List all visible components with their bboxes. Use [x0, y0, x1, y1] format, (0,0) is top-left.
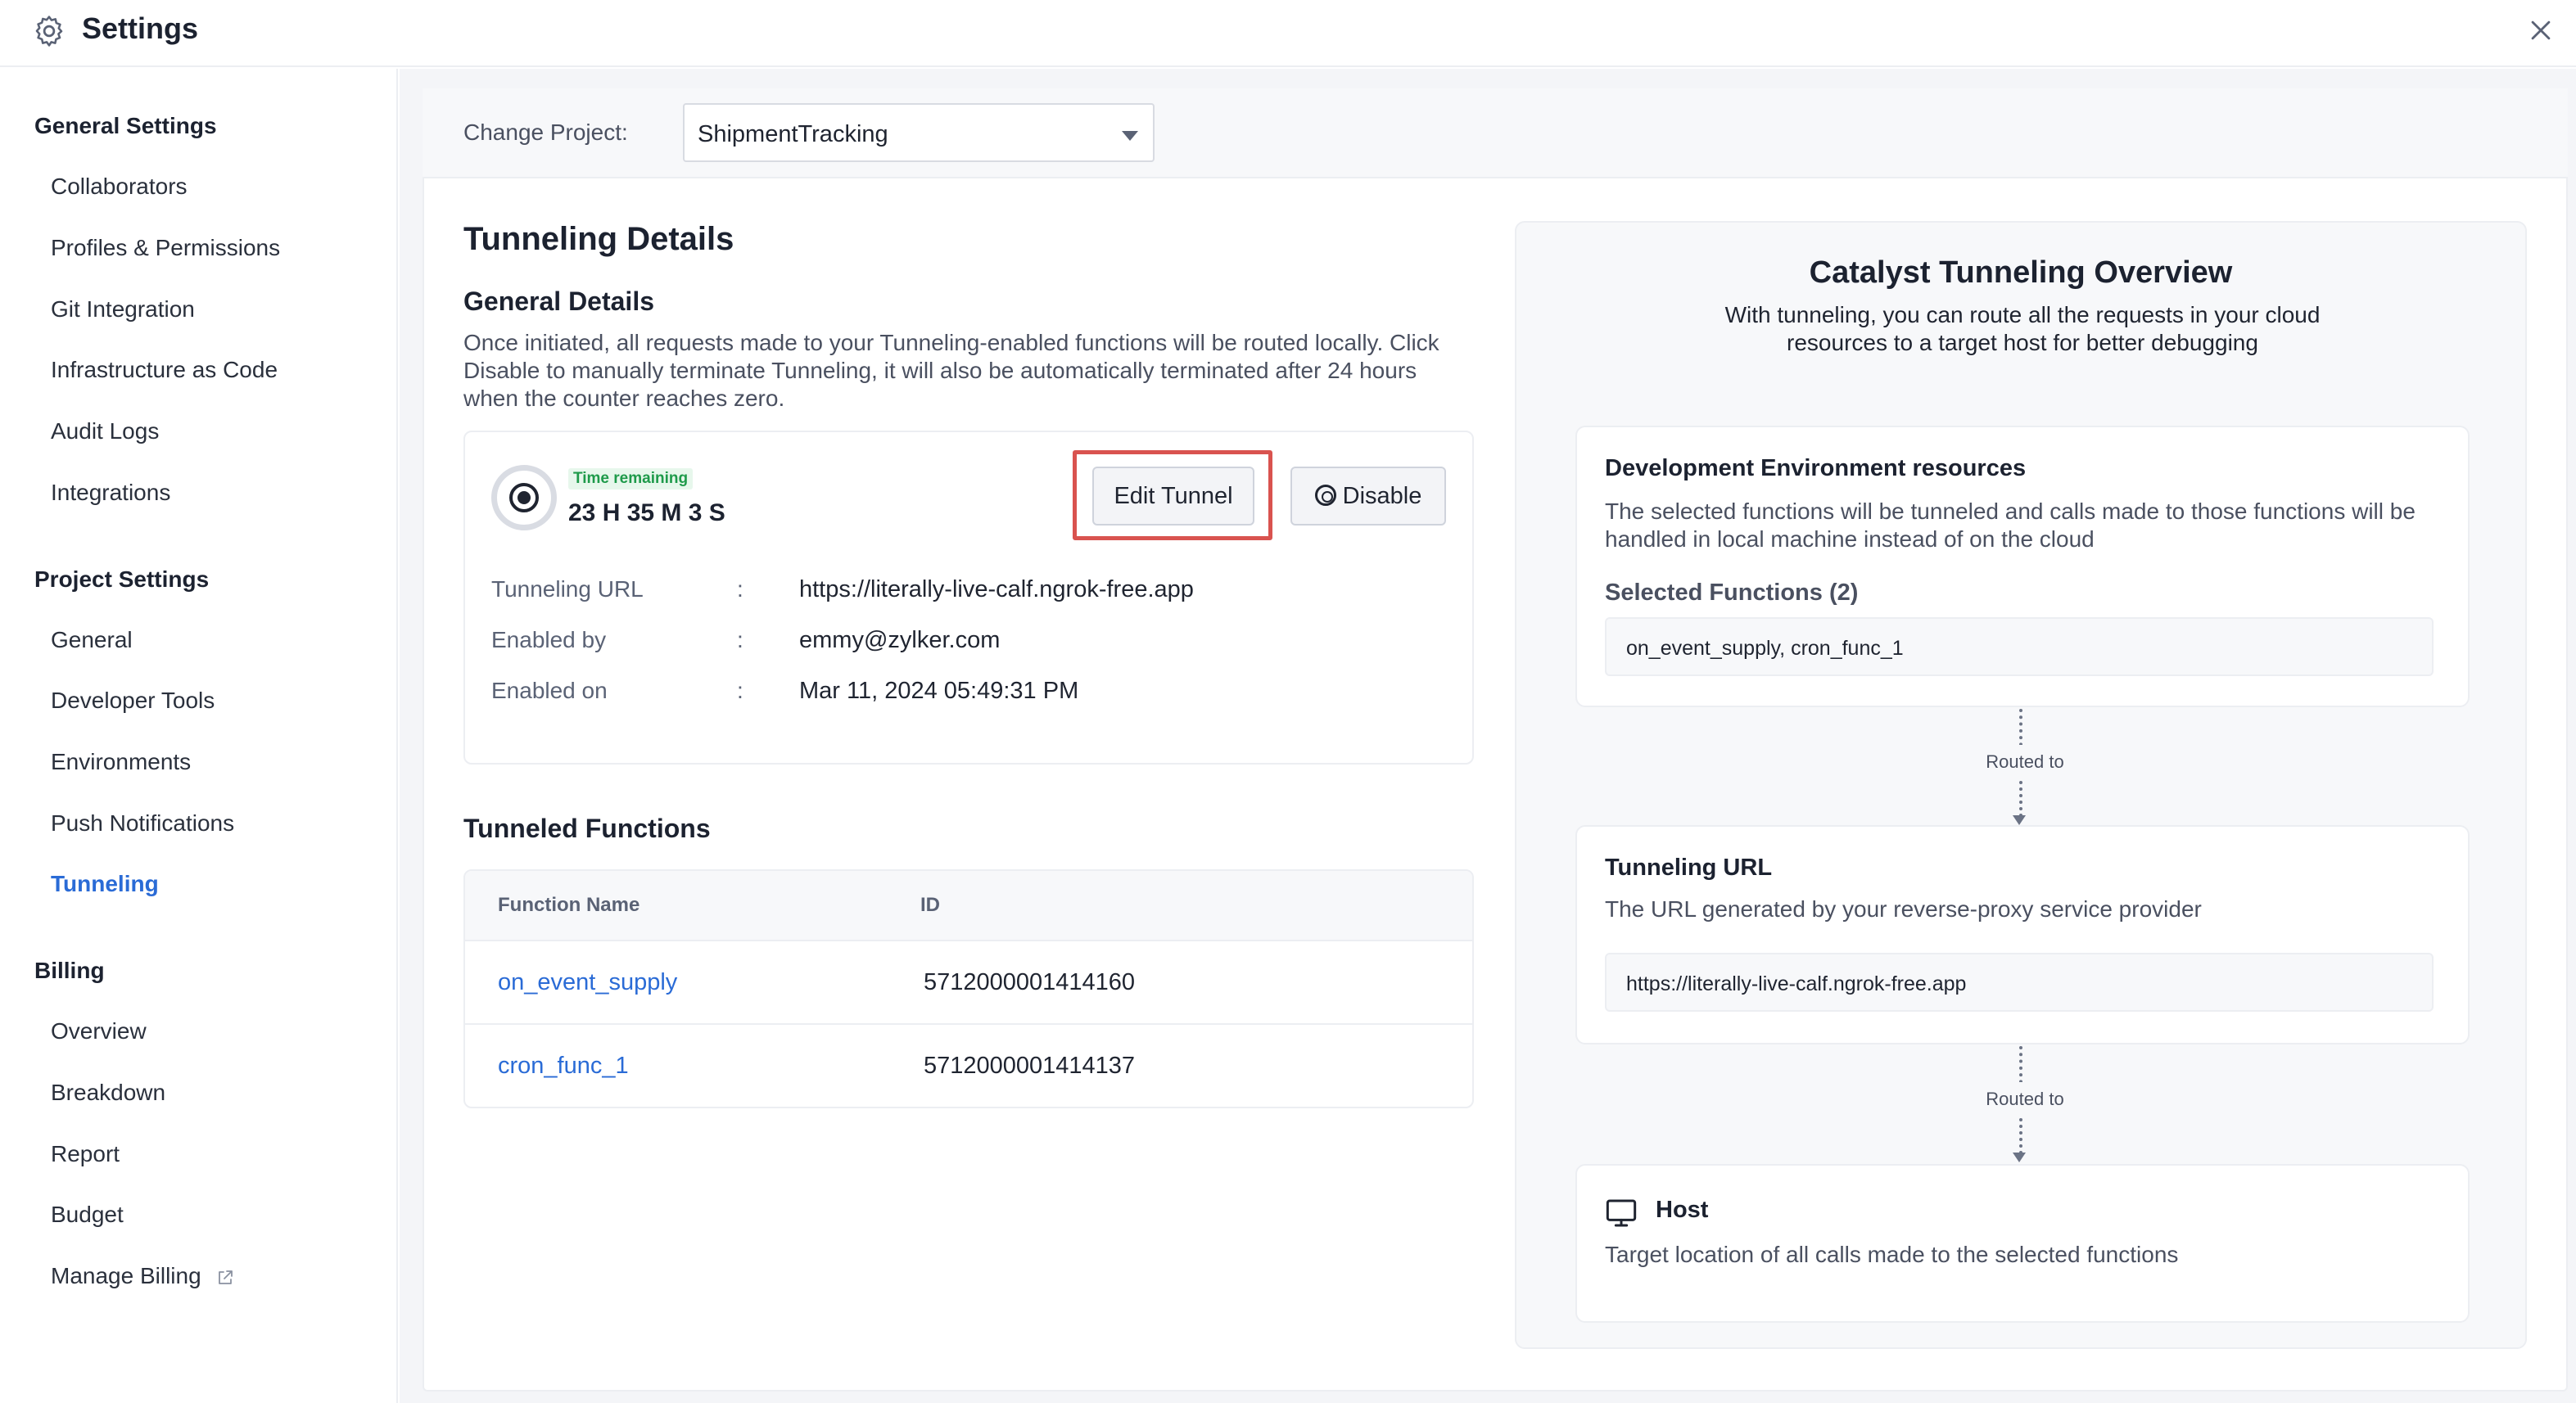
- detail-separator: :: [737, 576, 743, 602]
- edit-tunnel-button[interactable]: Edit Tunnel: [1092, 467, 1254, 526]
- tunneling-url-field: https://literally-live-calf.ngrok-free.a…: [1605, 953, 2434, 1012]
- general-details-title: General Details: [463, 286, 654, 316]
- table-row: cron_func_1 5712000001414137: [465, 1025, 1472, 1107]
- external-link-icon: [219, 1270, 233, 1284]
- gear-icon: [35, 16, 63, 47]
- tunneled-functions-title: Tunneled Functions: [463, 814, 711, 843]
- time-remaining-badge: Time remaining: [568, 468, 694, 489]
- sidebar-item-push-notifications[interactable]: Push Notifications: [51, 810, 234, 837]
- tunneling-details-title: Tunneling Details: [463, 221, 734, 257]
- page-title: Settings: [82, 11, 199, 45]
- arrow-down-icon: [2013, 1153, 2026, 1162]
- sidebar-item-infrastructure-as-code[interactable]: Infrastructure as Code: [51, 357, 278, 383]
- settings-header: Settings: [0, 0, 2576, 67]
- sidebar-item-environments[interactable]: Environments: [51, 749, 191, 775]
- detail-label-enabled-by: Enabled by: [491, 627, 607, 652]
- overview-subtitle: With tunneling, you can route all the re…: [1724, 302, 2321, 355]
- function-id: 5712000001414137: [924, 1053, 1136, 1079]
- sidebar-group-general: General Settings: [34, 113, 217, 138]
- routed-to-label: Routed to: [1964, 745, 2086, 779]
- sidebar-item-git-integration[interactable]: Git Integration: [51, 296, 195, 323]
- sidebar-item-profiles-permissions[interactable]: Profiles & Permissions: [51, 235, 280, 261]
- dev-environment-title: Development Environment resources: [1605, 455, 2027, 481]
- disable-button-label: Disable: [1342, 482, 1422, 509]
- sidebar-group-billing: Billing: [34, 958, 105, 983]
- project-bar: Change Project: ShipmentTracking: [423, 88, 2568, 178]
- sidebar-item-label: Manage Billing: [51, 1263, 201, 1288]
- column-header-id: ID: [920, 894, 940, 916]
- arrow-down-icon: [2013, 815, 2026, 825]
- selected-functions-field: on_event_supply, cron_func_1: [1605, 617, 2434, 676]
- sidebar-item-budget[interactable]: Budget: [51, 1202, 124, 1228]
- column-header-function-name: Function Name: [498, 894, 640, 916]
- tunneling-url-title: Tunneling URL: [1605, 855, 1773, 881]
- monitor-icon: [1606, 1199, 1637, 1227]
- tunneling-url-description: The URL generated by your reverse-proxy …: [1605, 896, 2202, 922]
- selected-functions-count: (2): [1828, 580, 1859, 606]
- tunneling-url-value: https://literally-live-calf.ngrok-free.a…: [1626, 972, 1967, 995]
- overview-title: Catalyst Tunneling Overview: [1809, 255, 2233, 290]
- host-description: Target location of all calls made to the…: [1605, 1242, 2179, 1267]
- sidebar-group-project: Project Settings: [34, 566, 210, 592]
- change-project-label: Change Project:: [463, 120, 628, 145]
- detail-label-enabled-on: Enabled on: [491, 678, 608, 703]
- tunneling-url-card: Tunneling URL The URL generated by your …: [1575, 825, 2470, 1044]
- selected-functions-value: on_event_supply, cron_func_1: [1626, 637, 1904, 660]
- sidebar-item-developer-tools[interactable]: Developer Tools: [51, 688, 215, 714]
- settings-sidebar: General Settings Collaborators Profiles …: [0, 69, 398, 1403]
- table-header: Function Name ID: [465, 871, 1472, 941]
- table-row: on_event_supply 5712000001414160: [465, 941, 1472, 1025]
- sidebar-item-integrations[interactable]: Integrations: [51, 480, 170, 506]
- close-icon[interactable]: [2527, 16, 2555, 44]
- selected-functions-label: Selected Functions (2): [1605, 580, 1858, 607]
- connector-line: [2019, 1118, 2022, 1154]
- detail-separator: :: [737, 678, 743, 703]
- routed-to-label: Routed to: [1964, 1082, 2086, 1117]
- sidebar-item-overview[interactable]: Overview: [51, 1018, 147, 1044]
- sidebar-item-collaborators[interactable]: Collaborators: [51, 174, 188, 200]
- detail-label-url: Tunneling URL: [491, 576, 644, 602]
- dev-environment-description: The selected functions will be tunneled …: [1605, 498, 2416, 552]
- detail-separator: :: [737, 627, 743, 652]
- project-select-value: ShipmentTracking: [698, 121, 888, 147]
- sidebar-item-report[interactable]: Report: [51, 1141, 120, 1167]
- connector-line: [2019, 781, 2022, 817]
- sidebar-item-tunneling[interactable]: Tunneling: [51, 871, 159, 897]
- project-select[interactable]: ShipmentTracking: [683, 103, 1155, 162]
- function-id: 5712000001414160: [924, 969, 1136, 995]
- dev-environment-card: Development Environment resources The se…: [1575, 426, 2470, 707]
- function-name-link[interactable]: on_event_supply: [498, 969, 677, 996]
- detail-value-enabled-on: Mar 11, 2024 05:49:31 PM: [799, 678, 1079, 704]
- detail-value-url: https://literally-live-calf.ngrok-free.a…: [799, 576, 1194, 602]
- tunnel-status-card: Time remaining 23 H 35 M 3 S Edit Tunnel…: [463, 431, 1474, 765]
- tunneled-functions-table: Function Name ID on_event_supply 5712000…: [463, 869, 1474, 1108]
- sidebar-item-breakdown[interactable]: Breakdown: [51, 1080, 165, 1106]
- host-card: Host Target location of all calls made t…: [1575, 1164, 2470, 1323]
- tunneling-overview-panel: Catalyst Tunneling Overview With tunneli…: [1515, 221, 2527, 1349]
- disable-button[interactable]: Disable: [1290, 467, 1446, 526]
- stop-circle-icon: [1314, 484, 1336, 506]
- detail-value-enabled-by: emmy@zylker.com: [799, 627, 1001, 653]
- caret-down-icon: [1122, 131, 1138, 141]
- selected-functions-text: Selected Functions: [1605, 580, 1823, 606]
- sidebar-item-audit-logs[interactable]: Audit Logs: [51, 418, 159, 444]
- time-remaining-value: 23 H 35 M 3 S: [568, 499, 725, 526]
- function-name-link[interactable]: cron_func_1: [498, 1053, 629, 1080]
- host-title: Host: [1656, 1197, 1709, 1223]
- timer-icon: [491, 465, 557, 530]
- sidebar-item-general[interactable]: General: [51, 627, 133, 653]
- general-details-description: Once initiated, all requests made to you…: [463, 330, 1439, 411]
- sidebar-item-manage-billing[interactable]: Manage Billing: [51, 1263, 235, 1289]
